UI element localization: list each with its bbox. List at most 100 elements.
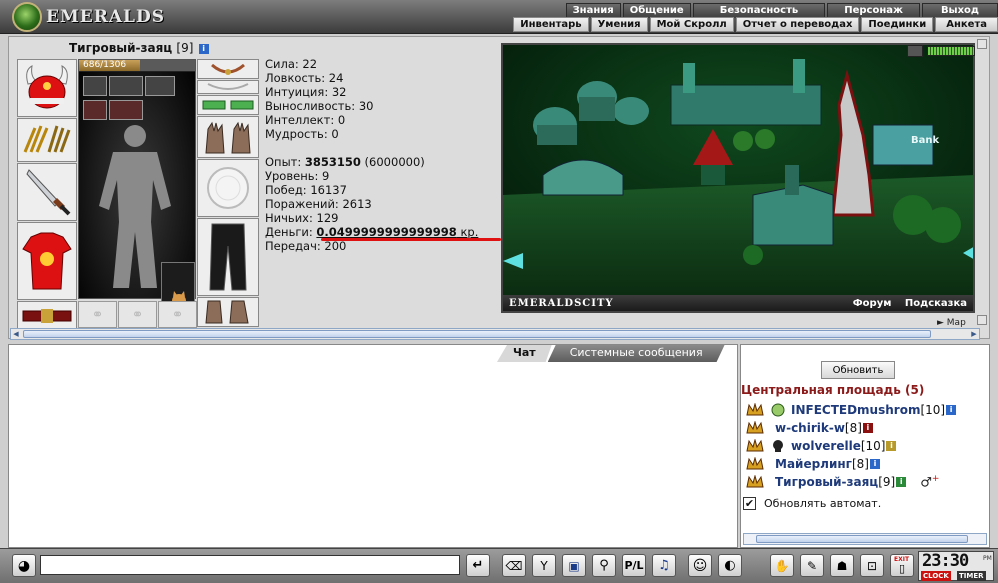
auto-refresh-toggle[interactable]: ✔ Обновлять автомат. — [743, 497, 881, 510]
minimize-icon[interactable] — [907, 45, 923, 57]
lock-icon[interactable]: ⊡ — [860, 554, 884, 577]
save-icon[interactable]: ▣ — [562, 554, 586, 577]
weapon-slot[interactable] — [17, 163, 77, 221]
pl-icon[interactable]: P/L — [622, 554, 646, 577]
private-message-icon[interactable] — [745, 420, 765, 435]
chat-message-input[interactable] — [40, 555, 460, 575]
menu-communication[interactable]: Общение — [622, 3, 691, 18]
rune-slot[interactable] — [145, 76, 175, 96]
boots-icon — [205, 300, 249, 324]
shield-slot[interactable] — [197, 159, 259, 217]
red-shirt-icon — [22, 232, 72, 290]
user-name[interactable]: INFECTEDmushrom — [791, 403, 920, 417]
potion-slot[interactable] — [83, 100, 107, 120]
refresh-button[interactable]: Обновить — [821, 361, 895, 379]
hand-icon[interactable]: ✋ — [770, 554, 794, 577]
smiley-icon[interactable]: ☺ — [688, 554, 712, 577]
eraser-icon[interactable]: ⌫ — [502, 554, 526, 577]
belt-icon — [22, 309, 72, 323]
ring-slot[interactable]: ⚭ — [78, 301, 117, 328]
belt-slot[interactable] — [17, 301, 77, 331]
forum-link[interactable]: Форум — [853, 298, 892, 309]
tab-system-messages[interactable]: Системные сообщения — [548, 345, 725, 362]
shield-icon — [207, 167, 249, 209]
head-icon[interactable]: ◐ — [718, 554, 742, 577]
city-view[interactable]: Bank EMERALDSCITY Форум Подсказка — [501, 43, 975, 313]
timer-button[interactable]: TIMER — [957, 571, 986, 581]
empty-ring-icon: ⚭ — [171, 306, 184, 323]
potion-slot[interactable] — [109, 100, 143, 120]
info-icon[interactable]: i — [886, 441, 897, 451]
menu-character[interactable]: Персонаж — [827, 3, 920, 18]
gloves-slot[interactable] — [197, 116, 259, 158]
submenu-skills[interactable]: Умения — [590, 17, 648, 32]
private-message-icon[interactable] — [745, 402, 765, 417]
music-icon[interactable]: ♫ — [652, 554, 676, 577]
helmet-slot[interactable] — [17, 59, 77, 117]
list-item[interactable]: w-chirik-w [8] i — [741, 419, 989, 437]
filter-icon[interactable]: Y — [532, 554, 556, 577]
users-horizontal-scrollbar[interactable] — [743, 533, 987, 545]
rune-slot[interactable] — [83, 76, 107, 96]
list-item[interactable]: Тигровый-заяц [9] i ♂+ — [741, 473, 989, 491]
private-message-icon[interactable] — [745, 438, 765, 453]
rune-slot[interactable] — [109, 76, 143, 96]
info-icon[interactable]: i — [869, 459, 880, 469]
speaker-head-icon[interactable]: ◕ — [12, 554, 36, 577]
scrollbar-thumb[interactable] — [23, 330, 931, 338]
menu-security[interactable]: Безопасность — [692, 3, 826, 18]
bank-sign[interactable]: Bank — [911, 135, 939, 146]
submenu-my-scroll[interactable]: Мой Скролл — [649, 17, 734, 32]
info-icon[interactable]: i — [198, 43, 209, 54]
submenu-duels[interactable]: Поединки — [861, 17, 934, 32]
list-item[interactable]: Майерлинг [8] i — [741, 455, 989, 473]
experience-next: (6000000) — [360, 155, 425, 169]
submenu-profile[interactable]: Анкета — [935, 17, 998, 32]
character-figure: 686/1306 — [78, 59, 196, 330]
info-icon[interactable]: i — [896, 477, 907, 487]
map-link[interactable]: ► Map — [937, 318, 966, 328]
scroll-up-arrow-icon[interactable] — [977, 39, 987, 49]
scrollbar-thumb[interactable] — [756, 535, 968, 543]
chat-area[interactable]: Чат Системные сообщения — [8, 344, 738, 548]
tab-chat[interactable]: Чат — [497, 345, 552, 362]
submenu-inventory[interactable]: Инвентарь — [513, 17, 589, 32]
user-level: [8] — [844, 421, 862, 435]
amulet-slot[interactable] — [197, 59, 259, 79]
user-name[interactable]: Майерлинг — [775, 457, 852, 471]
private-message-icon[interactable] — [745, 456, 765, 471]
info-icon[interactable]: i — [862, 423, 873, 433]
boots-slot[interactable] — [197, 297, 259, 327]
scroll-right-arrow-icon[interactable]: ▶ — [969, 329, 979, 339]
list-item[interactable]: INFECTEDmushrom [10] i — [741, 401, 989, 419]
armor-slot[interactable] — [17, 222, 77, 300]
menu-knowledge[interactable]: Знания — [565, 3, 621, 18]
auto-refresh-checkbox[interactable]: ✔ — [743, 497, 756, 510]
list-item[interactable]: wolverelle [10] i — [741, 437, 989, 455]
private-message-icon[interactable] — [745, 474, 765, 489]
exit-button[interactable]: EXIT ▯ — [890, 554, 914, 577]
stat-money: Деньги: 0.0499999999999998 кр. — [265, 225, 505, 239]
pants-slot[interactable] — [197, 218, 259, 296]
menu-exit[interactable]: Выход — [921, 3, 998, 18]
user-name[interactable]: w-chirik-w — [775, 421, 845, 435]
submenu-transfer-report[interactable]: Отчет о переводах — [735, 17, 860, 32]
clock-button[interactable]: CLOCK — [921, 571, 951, 581]
bracers-slot[interactable] — [17, 118, 77, 162]
user-name[interactable]: wolverelle — [791, 439, 861, 453]
mask-icon[interactable]: ☗ — [830, 554, 854, 577]
running-man-icon[interactable]: ⚲ — [592, 554, 616, 577]
send-button[interactable]: ↵ — [466, 554, 490, 577]
help-link[interactable]: Подсказка — [905, 298, 967, 309]
main-horizontal-scrollbar[interactable]: ◀ ▶ — [10, 328, 980, 340]
user-name[interactable]: Тигровый-заяц — [775, 475, 878, 489]
ring-slot[interactable]: ⚭ — [158, 301, 197, 328]
scroll-left-arrow-icon[interactable]: ◀ — [11, 329, 21, 339]
earrings-slot[interactable] — [197, 80, 259, 94]
scroll-icon[interactable]: ✎ — [800, 554, 824, 577]
bracelets-slot[interactable] — [197, 95, 259, 115]
info-icon[interactable]: i — [946, 405, 957, 415]
scroll-down-arrow-icon[interactable] — [977, 315, 987, 325]
ring-slot[interactable]: ⚭ — [118, 301, 157, 328]
add-friend-icon[interactable]: ♂+ — [920, 474, 939, 490]
